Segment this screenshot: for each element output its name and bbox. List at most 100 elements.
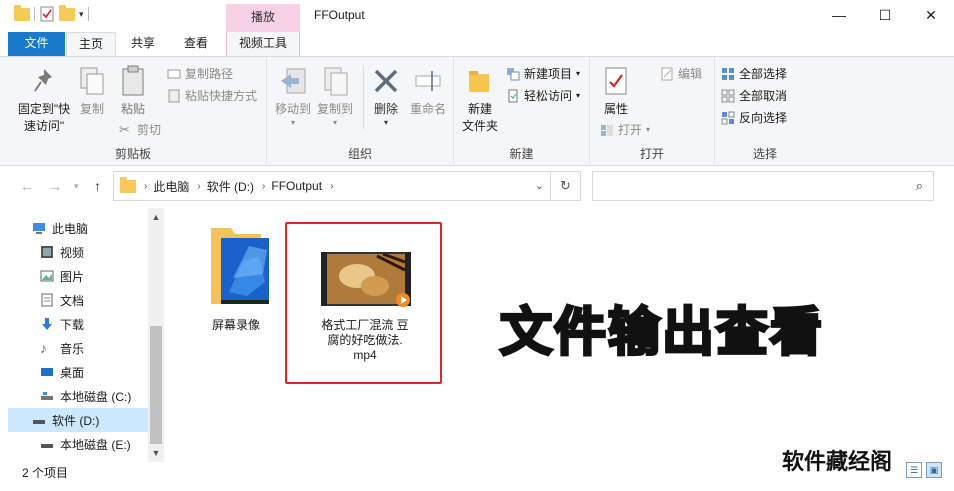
sidebar-item-drive-c[interactable]: 本地磁盘 (C:) [14, 384, 146, 408]
sidebar-item-pictures[interactable]: 图片 [14, 264, 146, 288]
paste-button[interactable]: 粘贴 [116, 65, 150, 118]
video-icon [40, 245, 54, 259]
new-item-dropdown-icon: ▾ [576, 69, 581, 78]
copy-path-button[interactable]: 复制路径 [167, 65, 233, 82]
breadcrumb-ffoutput[interactable]: FFOutput [271, 179, 322, 193]
sidebar-item-downloads[interactable]: 下载 [14, 312, 146, 336]
new-folder-icon[interactable] [59, 4, 75, 21]
sidebar-item-label: 视频 [60, 245, 85, 260]
rename-icon [412, 65, 444, 97]
chevron-right-icon[interactable]: › [262, 181, 265, 192]
delete-button[interactable]: 删除 ▾ [367, 65, 405, 131]
tab-home[interactable]: 主页 [66, 32, 116, 57]
group-label-select: 选择 [752, 147, 777, 161]
easy-access-button[interactable]: 轻松访问 ▾ [506, 87, 580, 104]
search-icon[interactable]: ⌕ [916, 178, 923, 194]
tab-video-tools[interactable]: 视频工具 [226, 32, 300, 57]
sidebar-item-videos[interactable]: 视频 [14, 240, 146, 264]
chevron-right-icon[interactable]: › [330, 181, 333, 192]
sidebar-item-documents[interactable]: 文档 [14, 288, 146, 312]
select-none-icon [721, 89, 735, 103]
paste-shortcut-label: 粘贴快捷方式 [185, 89, 258, 103]
ribbon: 固定到"快 速访问" 复制 粘贴 复制路径 粘贴快捷方式 ✂ 剪切 剪贴板 移动… [0, 56, 954, 166]
folder-icon [211, 228, 269, 304]
select-all-icon [721, 67, 735, 81]
copy-button[interactable]: 复制 [76, 65, 108, 118]
file-name: 屏幕录像 [211, 318, 260, 332]
scissors-icon: ✂ [119, 121, 130, 137]
back-arrow-icon[interactable]: ← [20, 178, 34, 194]
group-organize: 移动到 ▾ 复制到 ▾ 删除 ▾ 重命名 组织 [267, 57, 454, 165]
copy-to-button[interactable]: 复制到 ▾ [315, 65, 355, 131]
edit-button[interactable]: 编辑 [660, 65, 702, 82]
status-bar: 2 个项目 ☰ ▣ [0, 462, 954, 484]
scroll-down-icon[interactable]: ▼ [148, 448, 164, 458]
cut-button[interactable]: ✂ 剪切 [119, 121, 161, 138]
pin-quick-access-button[interactable]: 固定到"快 速访问" [14, 65, 74, 135]
music-icon: ♪ [40, 340, 47, 356]
invert-selection-icon [721, 111, 735, 125]
new-folder-button[interactable]: 新建 文件夹 [460, 65, 500, 135]
group-select: 全部选择 全部取消 反向选择 选择 [715, 57, 815, 165]
minimize-button[interactable]: — [816, 0, 862, 30]
properties-check-icon[interactable] [39, 6, 55, 22]
scroll-up-icon[interactable]: ▲ [148, 212, 164, 222]
file-item-folder[interactable]: 屏幕录像 [196, 222, 276, 333]
details-view-icon[interactable]: ☰ [906, 462, 922, 478]
select-none-button[interactable]: 全部取消 [721, 87, 787, 104]
sidebar-item-label: 软件 (D:) [52, 413, 100, 428]
chevron-right-icon[interactable]: › [197, 181, 200, 192]
sidebar-item-this-pc[interactable]: 此电脑 [14, 216, 146, 240]
close-button[interactable]: ✕ [908, 0, 954, 30]
paste-shortcut-button[interactable]: 粘贴快捷方式 [167, 87, 257, 104]
cut-label: 剪切 [137, 123, 162, 137]
tab-file[interactable]: 文件 [8, 32, 65, 56]
sidebar-item-label: 下载 [60, 317, 85, 332]
open-label: 打开 [618, 123, 643, 137]
search-box[interactable]: ⌕ [592, 171, 934, 201]
recent-dropdown-icon[interactable]: ▾ [74, 181, 79, 192]
tab-view[interactable]: 查看 [170, 32, 222, 56]
copy-path-label: 复制路径 [185, 67, 234, 81]
sidebar-scrollbar[interactable]: ▲ ▼ [148, 208, 164, 462]
breadcrumb-drive-d[interactable]: 软件 (D:) [207, 178, 254, 195]
context-tab-group-play: 播放 [226, 4, 300, 32]
edit-icon [660, 67, 674, 81]
sidebar-item-desktop[interactable]: 桌面 [14, 360, 146, 384]
sidebar-item-music[interactable]: ♪ 音乐 [14, 336, 146, 360]
new-item-label: 新建项目 [524, 67, 573, 81]
group-clipboard: 固定到"快 速访问" 复制 粘贴 复制路径 粘贴快捷方式 ✂ 剪切 剪贴板 [0, 57, 267, 165]
maximize-button[interactable]: ☐ [862, 0, 908, 30]
copy-label: 复制 [79, 102, 104, 116]
window-title: FFOutput [314, 8, 365, 22]
select-all-button[interactable]: 全部选择 [721, 65, 787, 82]
address-dropdown-icon[interactable]: ⌄ [535, 179, 544, 192]
large-icons-view-icon[interactable]: ▣ [926, 462, 942, 478]
easy-access-dropdown-icon: ▾ [576, 91, 581, 100]
rename-button[interactable]: 重命名 [407, 65, 449, 118]
move-to-button[interactable]: 移动到 ▾ [273, 65, 313, 131]
pin-label: 固定到"快 速访问" [17, 102, 71, 133]
new-item-button[interactable]: 新建项目 ▾ [506, 65, 580, 82]
navigation-row: ← → ▾ ↑ › 此电脑 › 软件 (D:) › FFOutput › ⌄ ↻… [0, 170, 954, 202]
breadcrumb-this-pc[interactable]: 此电脑 [153, 178, 189, 195]
copy-path-icon [167, 67, 181, 81]
open-button[interactable]: 打开 ▾ [600, 121, 650, 138]
customize-dropdown-icon[interactable]: ▾ [79, 9, 84, 20]
up-arrow-icon[interactable]: ↑ [94, 178, 101, 194]
refresh-icon[interactable]: ↻ [550, 172, 580, 200]
sidebar-item-label: 桌面 [60, 365, 85, 380]
group-new: 新建 文件夹 新建项目 ▾ 轻松访问 ▾ 新建 [454, 57, 590, 165]
address-bar[interactable]: › 此电脑 › 软件 (D:) › FFOutput › ⌄ ↻ [113, 171, 581, 201]
scrollbar-thumb[interactable] [150, 326, 162, 444]
invert-selection-label: 反向选择 [739, 111, 788, 125]
sidebar-item-drive-d[interactable]: 软件 (D:) [8, 408, 148, 432]
invert-selection-button[interactable]: 反向选择 [721, 109, 787, 126]
tab-share[interactable]: 共享 [118, 32, 168, 56]
overlay-caption: 文件输出查看 [498, 302, 825, 365]
properties-button[interactable]: 属性 [598, 65, 634, 118]
chevron-right-icon[interactable]: › [144, 181, 147, 192]
paste-label: 粘贴 [120, 102, 145, 116]
forward-arrow-icon[interactable]: → [48, 178, 62, 194]
sidebar-item-drive-e[interactable]: 本地磁盘 (E:) [14, 432, 146, 456]
